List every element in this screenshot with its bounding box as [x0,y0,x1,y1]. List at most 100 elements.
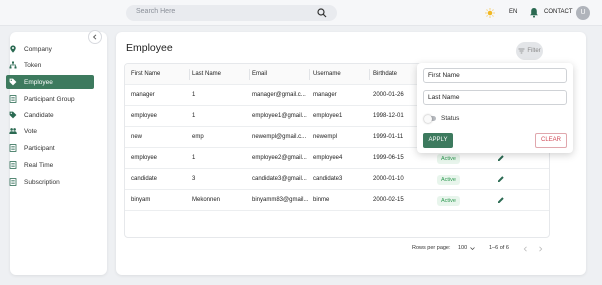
tag-icon [9,78,17,86]
cell-birthdate: 2000-02-15 [373,197,404,203]
cell-birthdate: 1999-01-11 [373,134,404,140]
tag-icon [9,111,17,119]
sidebar-item-label: Subscription [24,178,60,186]
cell-birthdate: 1999-06-15 [373,155,404,161]
column-header-last-name[interactable]: Last Name [192,64,221,85]
search-input[interactable]: Search Here [136,8,175,15]
filter-button[interactable]: Filter [516,42,543,60]
cell-email: employee2@gmail... [252,155,307,161]
first-name-filter-input[interactable]: First Name [423,68,567,83]
column-header-first-name[interactable]: First Name [131,64,160,85]
sidebar-item-label: Participant [24,144,55,152]
document-icon [9,178,17,186]
sidebar-item-company[interactable]: Company [6,42,94,56]
column-header-birthdate[interactable]: Birthdate [373,64,397,85]
location-pin-icon [10,45,16,53]
column-header-username[interactable]: Username [313,64,341,85]
cell-first-name: candidate [131,176,158,182]
avatar[interactable]: U [576,6,590,20]
edit-icon[interactable] [497,196,505,204]
column-separator [189,69,190,80]
table-row[interactable]: candidate 3 candidate3@gmail... candidat… [125,169,549,190]
cell-email: candidate3@gmail... [252,176,307,182]
cell-email: newempl@gmail.c... [252,134,307,140]
status-badge: Active [437,154,460,164]
search-icon[interactable] [317,8,327,18]
cell-last-name: 1 [192,155,196,161]
sidebar-item-label: Employee [24,78,53,86]
collapse-sidebar-button[interactable] [88,30,102,44]
cell-email: employee1@gmail... [252,113,307,119]
sitemap-icon [9,61,17,69]
cell-username: candidate3 [313,176,343,182]
cell-username: binme [313,197,330,203]
cell-birthdate: 2000-01-26 [373,92,404,98]
top-bar: Search Here EN CONTACT U [0,0,602,26]
document-icon [9,144,17,152]
people-icon [9,128,17,134]
cell-username: newempl [313,134,338,140]
page-title: Employee [126,42,173,54]
status-label: Status [441,115,460,122]
sidebar-item-candidate[interactable]: Candidate [6,108,94,122]
cell-first-name: employee [131,155,158,161]
sidebar-item-employee[interactable]: Employee [6,75,94,89]
cell-username: manager [313,92,337,98]
status-badge: Active [437,175,460,185]
chevron-down-icon[interactable] [470,246,475,251]
cell-last-name: Mekonnen [192,197,221,203]
bell-icon[interactable] [529,7,539,18]
column-separator [309,69,310,80]
edit-icon[interactable] [497,175,505,183]
column-separator [249,69,250,80]
rows-per-page-label: Rows per page: [412,245,451,251]
last-name-filter-input[interactable]: Last Name [423,90,567,105]
sidebar-item-label: Real Time [24,161,54,169]
pagination: Rows per page: 100 1–6 of 6 [406,243,556,255]
sidebar-item-vote[interactable]: Vote [6,124,94,138]
sidebar-item-participant[interactable]: Participant [6,141,94,155]
cell-first-name: binyam [131,197,151,203]
cell-birthdate: 1998-12-01 [373,113,404,119]
previous-page-icon[interactable] [523,246,528,252]
cell-email: manager@gmail.c... [252,92,306,98]
cell-last-name: emp [192,134,204,140]
sidebar-item-label: Company [24,45,52,53]
column-header-email[interactable]: Email [252,64,267,85]
cell-email: binyamm83@gmail... [252,197,308,203]
cell-first-name: new [131,134,143,140]
language-switch[interactable]: EN [509,9,517,15]
sun-icon[interactable] [485,8,495,18]
cell-first-name: employee [131,113,158,119]
cell-last-name: 3 [192,176,196,182]
cell-username: employee4 [313,155,343,161]
cell-birthdate: 2000-01-10 [373,176,404,182]
cell-username: employee1 [313,113,343,119]
pagination-range: 1–6 of 6 [489,245,509,251]
chevron-left-icon [92,34,97,40]
next-page-icon[interactable] [538,246,543,252]
cell-first-name: manager [131,92,155,98]
contact-link[interactable]: CONTACT [544,9,573,15]
sidebar-item-label: Participant Group [24,95,75,103]
status-toggle[interactable] [424,114,436,123]
sidebar-item-label: Candidate [24,111,54,119]
document-icon [9,95,17,103]
rows-per-page-select[interactable]: 100 [458,245,467,251]
sidebar-item-label: Vote [24,127,38,135]
clear-button[interactable]: CLEAR [535,133,567,148]
search-bar[interactable]: Search Here [126,5,337,21]
sidebar-item-participant-group[interactable]: Participant Group [6,92,94,106]
sidebar-item-real-time[interactable]: Real Time [6,158,94,172]
sidebar-item-token[interactable]: Token [6,58,94,72]
column-separator [369,69,370,80]
filter-popup: First Name Last Name Status APPLY CLEAR [417,63,573,153]
cell-last-name: 1 [192,113,196,119]
sidebar-item-subscription[interactable]: Subscription [6,175,94,189]
filter-icon [518,48,525,54]
apply-button[interactable]: APPLY [423,133,453,148]
edit-icon[interactable] [497,154,505,162]
cell-last-name: 1 [192,92,196,98]
table-row[interactable]: binyam Mekonnen binyamm83@gmail... binme… [125,190,549,211]
status-badge: Active [437,196,460,206]
